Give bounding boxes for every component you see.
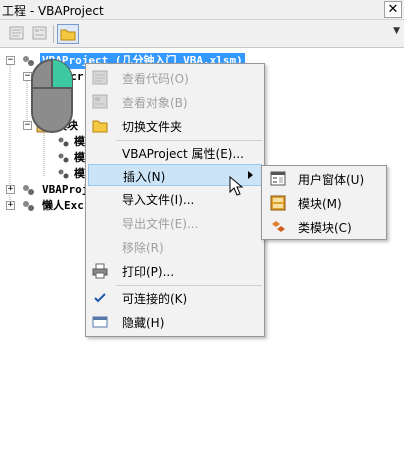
menu-item-label: 查看对象(B) xyxy=(122,96,188,110)
close-button[interactable]: ✕ xyxy=(384,1,402,18)
menu-item-label: 导出文件(E)... xyxy=(122,217,199,231)
menu-item-hide[interactable]: 隐藏(H) xyxy=(88,311,262,333)
submenu-item-label: 用户窗体(U) xyxy=(298,173,365,187)
menu-separator xyxy=(116,285,262,286)
expand-toggle[interactable]: + xyxy=(6,201,15,210)
collapse-toggle[interactable]: − xyxy=(6,56,15,65)
folder-icon xyxy=(60,29,76,41)
userform-icon xyxy=(270,171,286,186)
tree-label: 模 xyxy=(74,167,85,180)
project-icon xyxy=(23,185,34,195)
menu-item-view-code[interactable]: 查看代码(O) xyxy=(88,67,262,89)
mouse-icon xyxy=(31,59,73,133)
menu-item-toggle-folders[interactable]: 切换文件夹 xyxy=(88,115,262,137)
toolbar: ▼ xyxy=(0,20,404,48)
submenu-item-module[interactable]: 模块(M) xyxy=(264,192,384,214)
window-title: 工程 - VBAProject xyxy=(2,4,104,18)
title-bar: 工程 - VBAProject ✕ xyxy=(0,0,404,20)
module-icon xyxy=(270,195,286,211)
folder-icon xyxy=(92,120,108,133)
menu-item-label: 导入文件(I)... xyxy=(122,193,195,207)
menu-item-label: 隐藏(H) xyxy=(122,316,165,330)
tree-label: 模 xyxy=(74,151,85,164)
class-module-icon xyxy=(272,221,285,232)
view-object-icon xyxy=(32,26,47,40)
menu-item-remove[interactable]: 移除(R) xyxy=(88,236,262,258)
menu-item-label: VBAProject 属性(E)... xyxy=(122,147,244,161)
menu-item-label: 插入(N) xyxy=(123,170,166,184)
hide-icon xyxy=(92,316,108,328)
view-code-icon xyxy=(9,26,24,40)
view-object-icon xyxy=(92,94,108,109)
view-code-button[interactable] xyxy=(6,24,28,44)
expand-toggle[interactable]: + xyxy=(6,185,15,194)
menu-item-export-file[interactable]: 导出文件(E)... xyxy=(88,212,262,234)
context-menu: 查看代码(O) 查看对象(B) 切换文件夹 VBAProject 属性(E)..… xyxy=(85,63,265,337)
menu-item-label: 移除(R) xyxy=(122,241,164,255)
tree-label: 懒人Exc xyxy=(42,199,84,212)
check-icon xyxy=(94,293,106,303)
menu-item-dockable[interactable]: 可连接的(K) xyxy=(88,287,262,309)
menu-item-label: 查看代码(O) xyxy=(122,72,189,86)
cursor-icon xyxy=(229,176,244,196)
menu-separator xyxy=(116,140,262,141)
submenu-item-userform[interactable]: 用户窗体(U) xyxy=(264,168,384,190)
menu-item-view-object[interactable]: 查看对象(B) xyxy=(88,91,262,113)
view-object-button[interactable] xyxy=(29,24,51,44)
insert-submenu: 用户窗体(U) 模块(M) 类模块(C) xyxy=(261,165,387,240)
submenu-arrow-icon xyxy=(248,171,253,179)
module-icon xyxy=(58,153,69,163)
submenu-item-class-module[interactable]: 类模块(C) xyxy=(264,216,384,238)
menu-item-print[interactable]: 打印(P)... xyxy=(88,260,262,282)
module-icon xyxy=(58,169,69,179)
menu-item-label: 打印(P)... xyxy=(122,265,175,279)
menu-item-label: 切换文件夹 xyxy=(122,120,183,134)
project-icon xyxy=(23,201,34,211)
menu-item-project-properties[interactable]: VBAProject 属性(E)... xyxy=(88,142,262,164)
tree-label: VBAProj xyxy=(42,183,89,196)
menu-item-label: 可连接的(K) xyxy=(122,292,188,306)
module-icon xyxy=(58,137,69,147)
toolbar-separator xyxy=(53,25,54,43)
printer-icon xyxy=(92,263,108,279)
submenu-item-label: 模块(M) xyxy=(298,197,342,211)
toggle-folders-button[interactable] xyxy=(57,24,79,44)
view-code-icon xyxy=(92,70,108,85)
submenu-item-label: 类模块(C) xyxy=(298,221,352,235)
tree-label: 模 xyxy=(74,135,85,148)
toolbar-overflow-icon[interactable]: ▼ xyxy=(393,26,400,36)
